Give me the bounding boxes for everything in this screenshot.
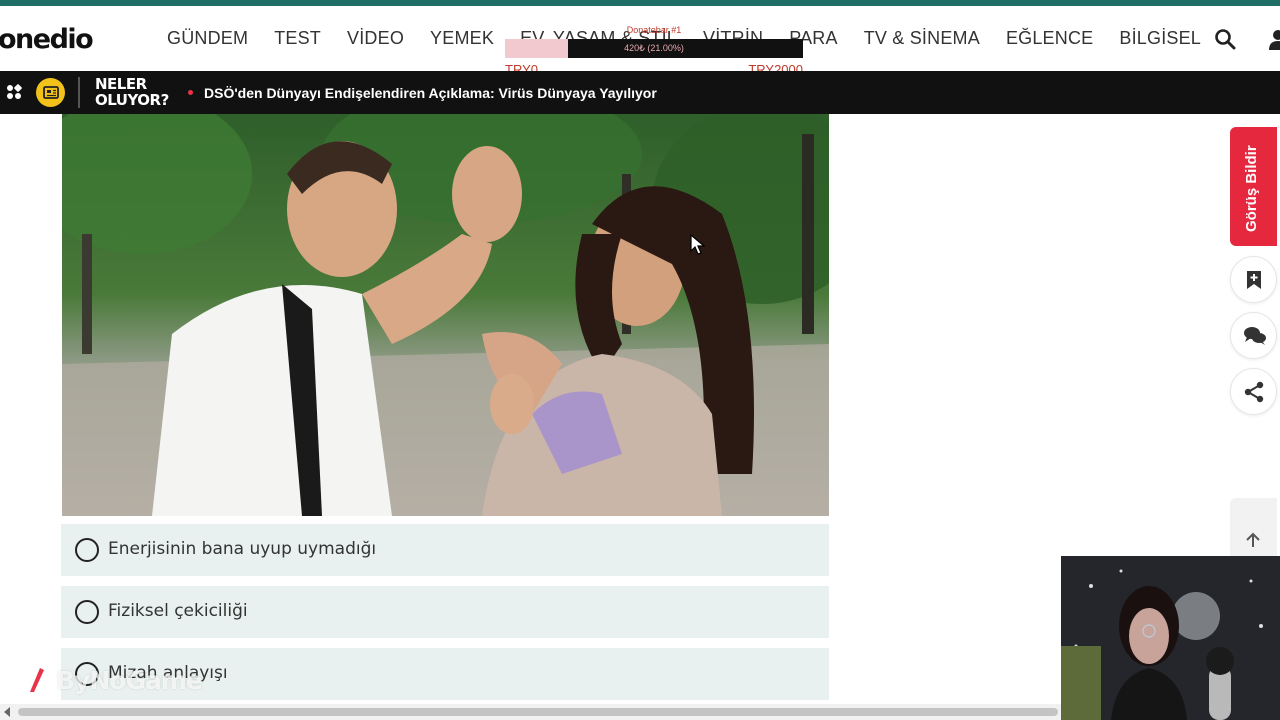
donate-progress-text: 420₺ (21.00%) <box>624 43 684 53</box>
nav-item-eglence[interactable]: EĞLENCE <box>1006 28 1093 50</box>
search-icon[interactable] <box>1214 28 1236 50</box>
mouse-cursor-icon <box>690 234 706 255</box>
horizontal-scrollbar[interactable] <box>0 704 1061 720</box>
share-icon <box>1244 381 1264 403</box>
scroll-left-arrow-icon[interactable] <box>4 707 10 717</box>
stream-watermark: ByNoGame <box>22 660 222 700</box>
bynogame-logo-icon <box>24 668 48 692</box>
user-icon[interactable] <box>1266 28 1280 50</box>
quiz-option[interactable]: Enerjisinin bana uyup uymadığı <box>61 524 829 576</box>
radio-button[interactable] <box>75 600 99 624</box>
bookmark-add-button[interactable] <box>1230 256 1277 303</box>
ticker-label: NELER OLUYOR? <box>95 75 169 109</box>
comments-button[interactable] <box>1230 312 1277 359</box>
donate-progress-track: 420₺ (21.00%) <box>505 39 803 58</box>
comments-icon <box>1244 327 1266 345</box>
quiz-option[interactable]: Fiziksel çekiciliği <box>61 586 829 638</box>
scroll-top-button[interactable] <box>1230 498 1277 562</box>
nav-item-bilgisel[interactable]: BİLGİSEL <box>1119 28 1201 50</box>
donate-bar-overlay: Donatebar #1 420₺ (21.00%) TRY0 TRY2000 <box>505 24 803 78</box>
apps-grid-icon[interactable] <box>6 84 22 100</box>
share-button[interactable] <box>1230 368 1277 415</box>
donate-bar-title: Donatebar #1 <box>626 25 682 35</box>
nav-item-test[interactable]: TEST <box>274 28 321 50</box>
streamer-webcam <box>1061 556 1280 720</box>
arrow-up-icon <box>1246 532 1260 547</box>
ticker-divider <box>78 77 80 108</box>
nav-item-gundem[interactable]: GÜNDEM <box>167 28 248 50</box>
quiz-option-label: Enerjisinin bana uyup uymadığı <box>108 539 377 559</box>
site-logo[interactable]: onedio <box>0 24 94 55</box>
news-ticker: NELER OLUYOR? DSÖ'den Dünyayı Endişelendi… <box>0 71 1280 114</box>
ticker-headline[interactable]: DSÖ'den Dünyayı Endişelendiren Açıklama:… <box>204 85 657 101</box>
feedback-button-label[interactable]: Görüş Bildir <box>1243 145 1260 232</box>
newspaper-icon[interactable] <box>36 78 65 107</box>
nav-item-tv-sinema[interactable]: TV & SİNEMA <box>864 28 980 50</box>
nav-item-yemek[interactable]: YEMEK <box>430 28 494 50</box>
scrollbar-thumb[interactable] <box>18 708 1058 716</box>
quiz-option-label: Fiziksel çekiciliği <box>108 601 248 621</box>
quiz-question-image <box>62 114 829 516</box>
ticker-bullet <box>188 90 193 95</box>
bookmark-add-icon <box>1247 271 1261 289</box>
radio-button[interactable] <box>75 538 99 562</box>
nav-item-video[interactable]: VİDEO <box>347 28 404 50</box>
watermark-text: ByNoGame <box>56 666 203 695</box>
